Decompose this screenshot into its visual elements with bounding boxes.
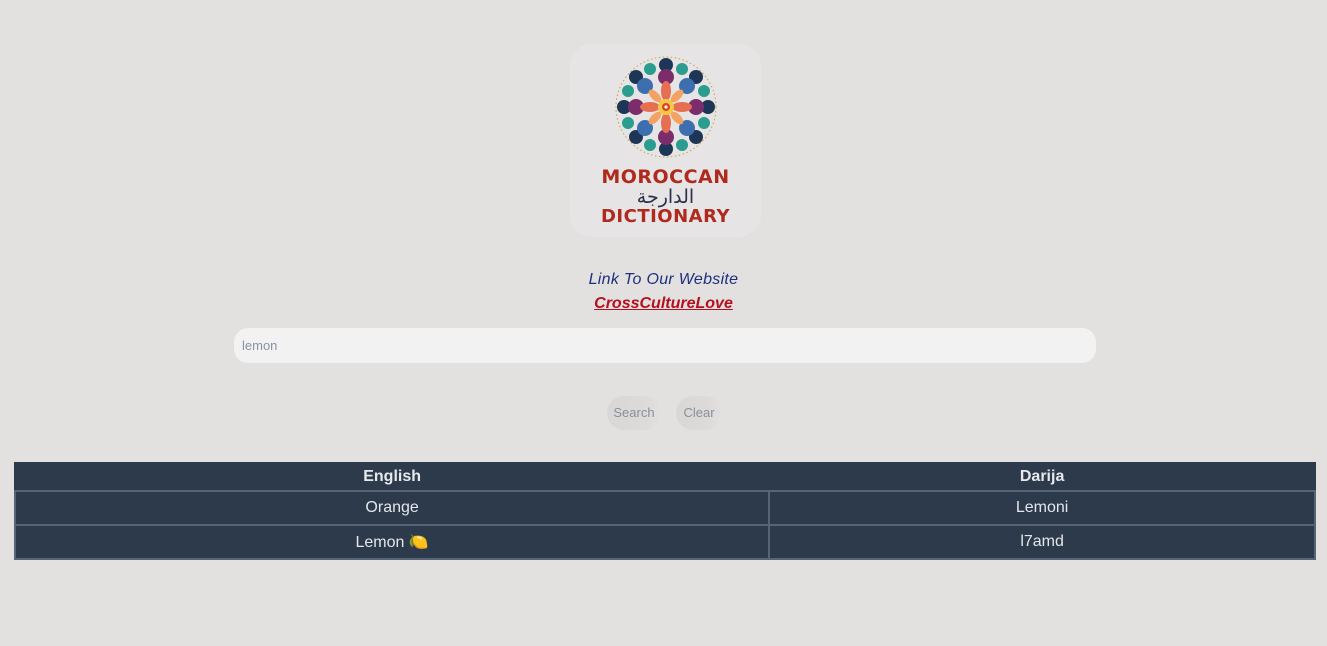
english-cell: Lemon 🍋	[13, 524, 771, 560]
logo-text-moroccan: MOROCCAN	[601, 166, 730, 188]
column-header-darija: Darija	[768, 462, 1316, 492]
darija-cell: l7amd	[768, 524, 1316, 560]
table-row: Lemon 🍋 l7amd	[13, 524, 1316, 560]
darija-cell: Lemoni	[768, 490, 1316, 526]
english-cell: Orange	[13, 490, 771, 526]
logo-text-dictionary: DICTIONARY	[600, 206, 731, 227]
column-header-english: English	[14, 462, 770, 492]
search-input[interactable]	[234, 328, 1096, 363]
results-table: English Darija Orange Lemoni Lemon 🍋 l7a…	[13, 462, 1316, 560]
clear-button[interactable]: Clear	[676, 396, 722, 430]
website-link-heading: Link To Our Website	[588, 271, 739, 288]
page: MOROCCAN الدارجة DICTIONARY Link To Our …	[0, 0, 1327, 646]
table-row: Orange Lemoni	[13, 490, 1316, 526]
mandala-logo-icon	[615, 56, 717, 158]
search-button[interactable]: Search	[607, 396, 661, 430]
app-logo: MOROCCAN الدارجة DICTIONARY	[570, 44, 761, 237]
website-link[interactable]: CrossCultureLove	[0, 295, 1327, 313]
table-header-row: English Darija	[14, 462, 1316, 492]
logo-text-arabic: الدارجة	[636, 186, 695, 208]
